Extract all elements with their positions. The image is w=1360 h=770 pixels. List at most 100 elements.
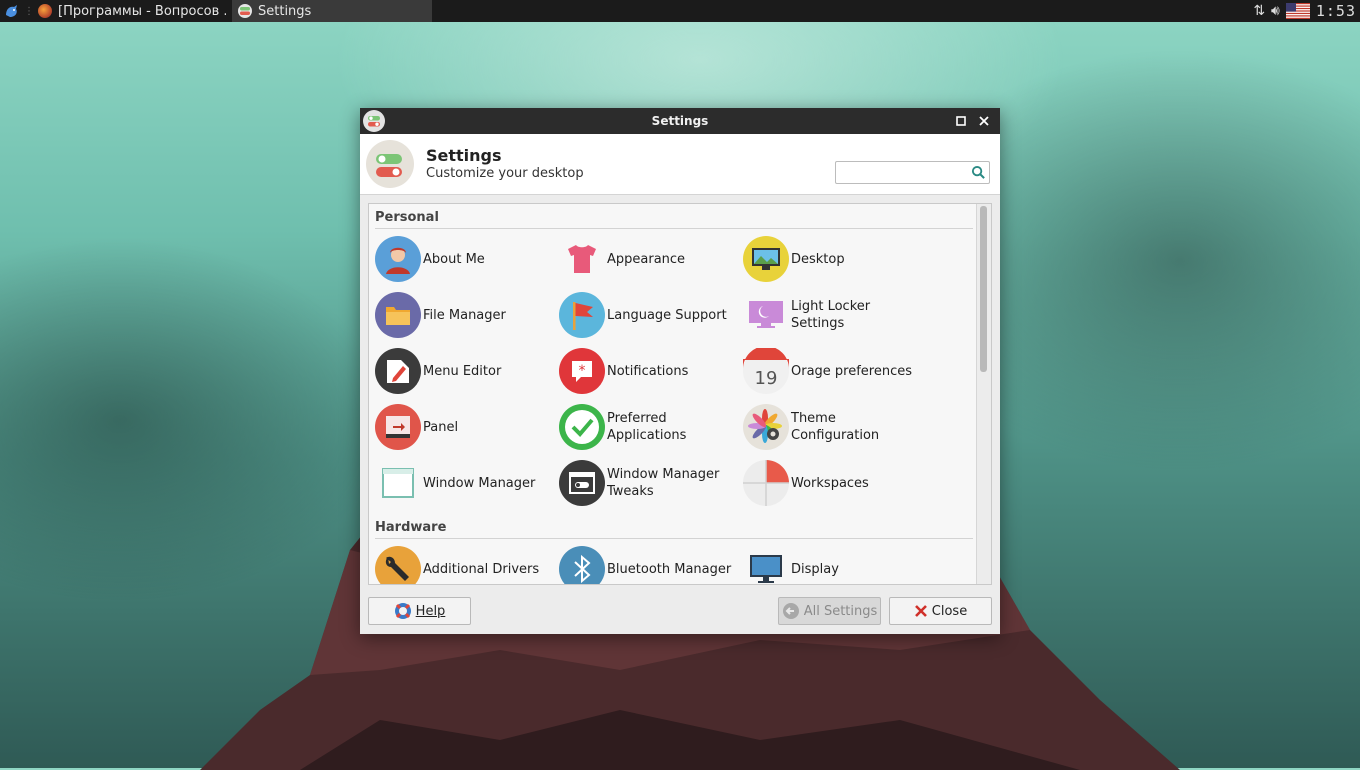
item-language-support[interactable]: Language Support xyxy=(559,290,743,340)
item-preferred-applications[interactable]: Preferred Applications xyxy=(559,402,743,452)
network-icon[interactable]: ⇅ xyxy=(1253,3,1265,19)
task-settings[interactable]: Settings xyxy=(232,0,432,22)
maximize-button[interactable] xyxy=(952,112,970,130)
search-input[interactable] xyxy=(840,163,974,184)
item-desktop[interactable]: Desktop xyxy=(743,234,927,284)
item-orage-preferences[interactable]: 19 Orage preferences xyxy=(743,346,927,396)
close-button[interactable]: Close xyxy=(889,597,992,625)
header-title: Settings xyxy=(426,146,502,165)
item-label: Theme Configuration xyxy=(791,411,880,443)
item-label: Language Support xyxy=(607,307,727,323)
item-notifications[interactable]: * Notifications xyxy=(559,346,743,396)
item-bluetooth-manager[interactable]: Bluetooth Manager xyxy=(559,544,743,584)
task-firefox[interactable]: [Программы - Вопросов ... xyxy=(32,0,232,22)
item-label: Workspaces xyxy=(791,475,869,491)
section-title-personal: Personal xyxy=(375,210,439,225)
preferred-applications-icon xyxy=(559,404,605,450)
item-label: Additional Drivers xyxy=(423,561,540,577)
language-support-icon xyxy=(559,292,605,338)
item-label: Light Locker Settings xyxy=(791,299,871,331)
help-button-label: Help xyxy=(415,603,446,619)
item-label: File Manager xyxy=(423,307,506,323)
task-settings-label: Settings xyxy=(258,3,312,19)
search-field[interactable] xyxy=(835,161,990,184)
item-label: Bluetooth Manager xyxy=(607,561,732,577)
maximize-icon xyxy=(956,116,966,126)
item-window-manager[interactable]: Window Manager xyxy=(375,458,559,508)
item-label: About Me xyxy=(423,251,485,267)
appearance-icon xyxy=(568,245,596,273)
menu-editor-icon xyxy=(375,348,421,394)
help-button[interactable]: Help xyxy=(368,597,471,625)
settings-icon xyxy=(238,4,252,18)
about-me-icon xyxy=(375,236,421,282)
settings-content-pane: Personal About Me Appearance Desktop Fil… xyxy=(368,203,992,585)
window-titlebar[interactable]: Settings xyxy=(360,108,1000,134)
item-about-me[interactable]: About Me xyxy=(375,234,559,284)
item-label: Appearance xyxy=(607,251,686,267)
search-icon[interactable] xyxy=(971,165,986,180)
whisker-menu-button[interactable] xyxy=(0,0,24,22)
file-manager-icon xyxy=(375,292,421,338)
desktop-icon xyxy=(743,236,789,282)
theme-configuration-icon xyxy=(743,404,789,450)
additional-drivers-icon xyxy=(375,546,421,584)
header-subtitle: Customize your desktop xyxy=(426,166,584,181)
window-title: Settings xyxy=(651,114,709,128)
clock[interactable]: 1:53 xyxy=(1316,2,1356,20)
bluetooth-icon xyxy=(559,546,605,584)
item-display[interactable]: Display xyxy=(743,544,927,584)
item-file-manager[interactable]: File Manager xyxy=(375,290,559,340)
calendar-day: 19 xyxy=(755,368,778,389)
item-workspaces[interactable]: Workspaces xyxy=(743,458,927,508)
item-additional-drivers[interactable]: Additional Drivers xyxy=(375,544,559,584)
close-x-icon xyxy=(914,605,927,617)
item-label: Menu Editor xyxy=(423,363,502,379)
section-divider xyxy=(375,228,973,229)
window-settings-icon[interactable] xyxy=(363,110,385,132)
item-label: Window Manager xyxy=(423,475,536,491)
item-light-locker-settings[interactable]: Light Locker Settings xyxy=(743,290,927,340)
system-tray: ⇅ 🔊︎ 1:53 xyxy=(1253,0,1360,22)
all-settings-button-label: All Settings xyxy=(803,603,878,619)
settings-header: Settings Customize your desktop xyxy=(360,134,1000,195)
item-label: Display xyxy=(791,561,839,577)
item-label: Preferred Applications xyxy=(607,411,687,443)
back-arrow-icon xyxy=(782,603,799,619)
scrollbar-thumb[interactable] xyxy=(980,206,987,372)
display-icon xyxy=(750,555,782,583)
close-icon xyxy=(979,116,989,126)
all-settings-button[interactable]: All Settings xyxy=(778,597,881,625)
item-theme-configuration[interactable]: Theme Configuration xyxy=(743,402,927,452)
light-locker-icon xyxy=(749,301,783,328)
help-lifebuoy-icon xyxy=(394,603,411,619)
item-label: Notifications xyxy=(607,363,689,379)
item-appearance[interactable]: Appearance xyxy=(559,234,743,284)
svg-text:*: * xyxy=(579,363,586,379)
workspaces-icon xyxy=(743,460,789,506)
window-manager-icon xyxy=(382,468,414,498)
notifications-icon: * xyxy=(559,348,605,394)
volume-icon[interactable]: 🔊︎ xyxy=(1271,3,1280,19)
window-manager-tweaks-icon xyxy=(559,460,605,506)
panel-separator: ⋮ xyxy=(24,5,34,17)
section-divider xyxy=(375,538,973,539)
settings-window: Settings Settings Customize your desktop… xyxy=(360,108,1000,634)
orage-calendar-icon: 19 xyxy=(743,348,789,394)
item-label: Desktop xyxy=(791,251,845,267)
item-panel[interactable]: Panel xyxy=(375,402,559,452)
item-label: Panel xyxy=(423,419,459,435)
close-button-label: Close xyxy=(931,603,968,619)
item-window-manager-tweaks[interactable]: Window Manager Tweaks xyxy=(559,458,743,508)
close-window-button[interactable] xyxy=(975,112,993,130)
task-firefox-label: [Программы - Вопросов ... xyxy=(58,3,226,19)
panel-icon xyxy=(375,404,421,450)
top-panel: ⋮ [Программы - Вопросов ... Settings ⇅ 🔊… xyxy=(0,0,1360,22)
settings-app-icon xyxy=(366,140,414,188)
item-menu-editor[interactable]: Menu Editor xyxy=(375,346,559,396)
keyboard-layout-flag-icon[interactable] xyxy=(1285,3,1310,19)
section-title-hardware: Hardware xyxy=(375,520,447,535)
item-label: Window Manager Tweaks xyxy=(607,467,720,499)
xfce-mouse-icon xyxy=(6,5,17,17)
vertical-scrollbar[interactable] xyxy=(976,204,991,584)
